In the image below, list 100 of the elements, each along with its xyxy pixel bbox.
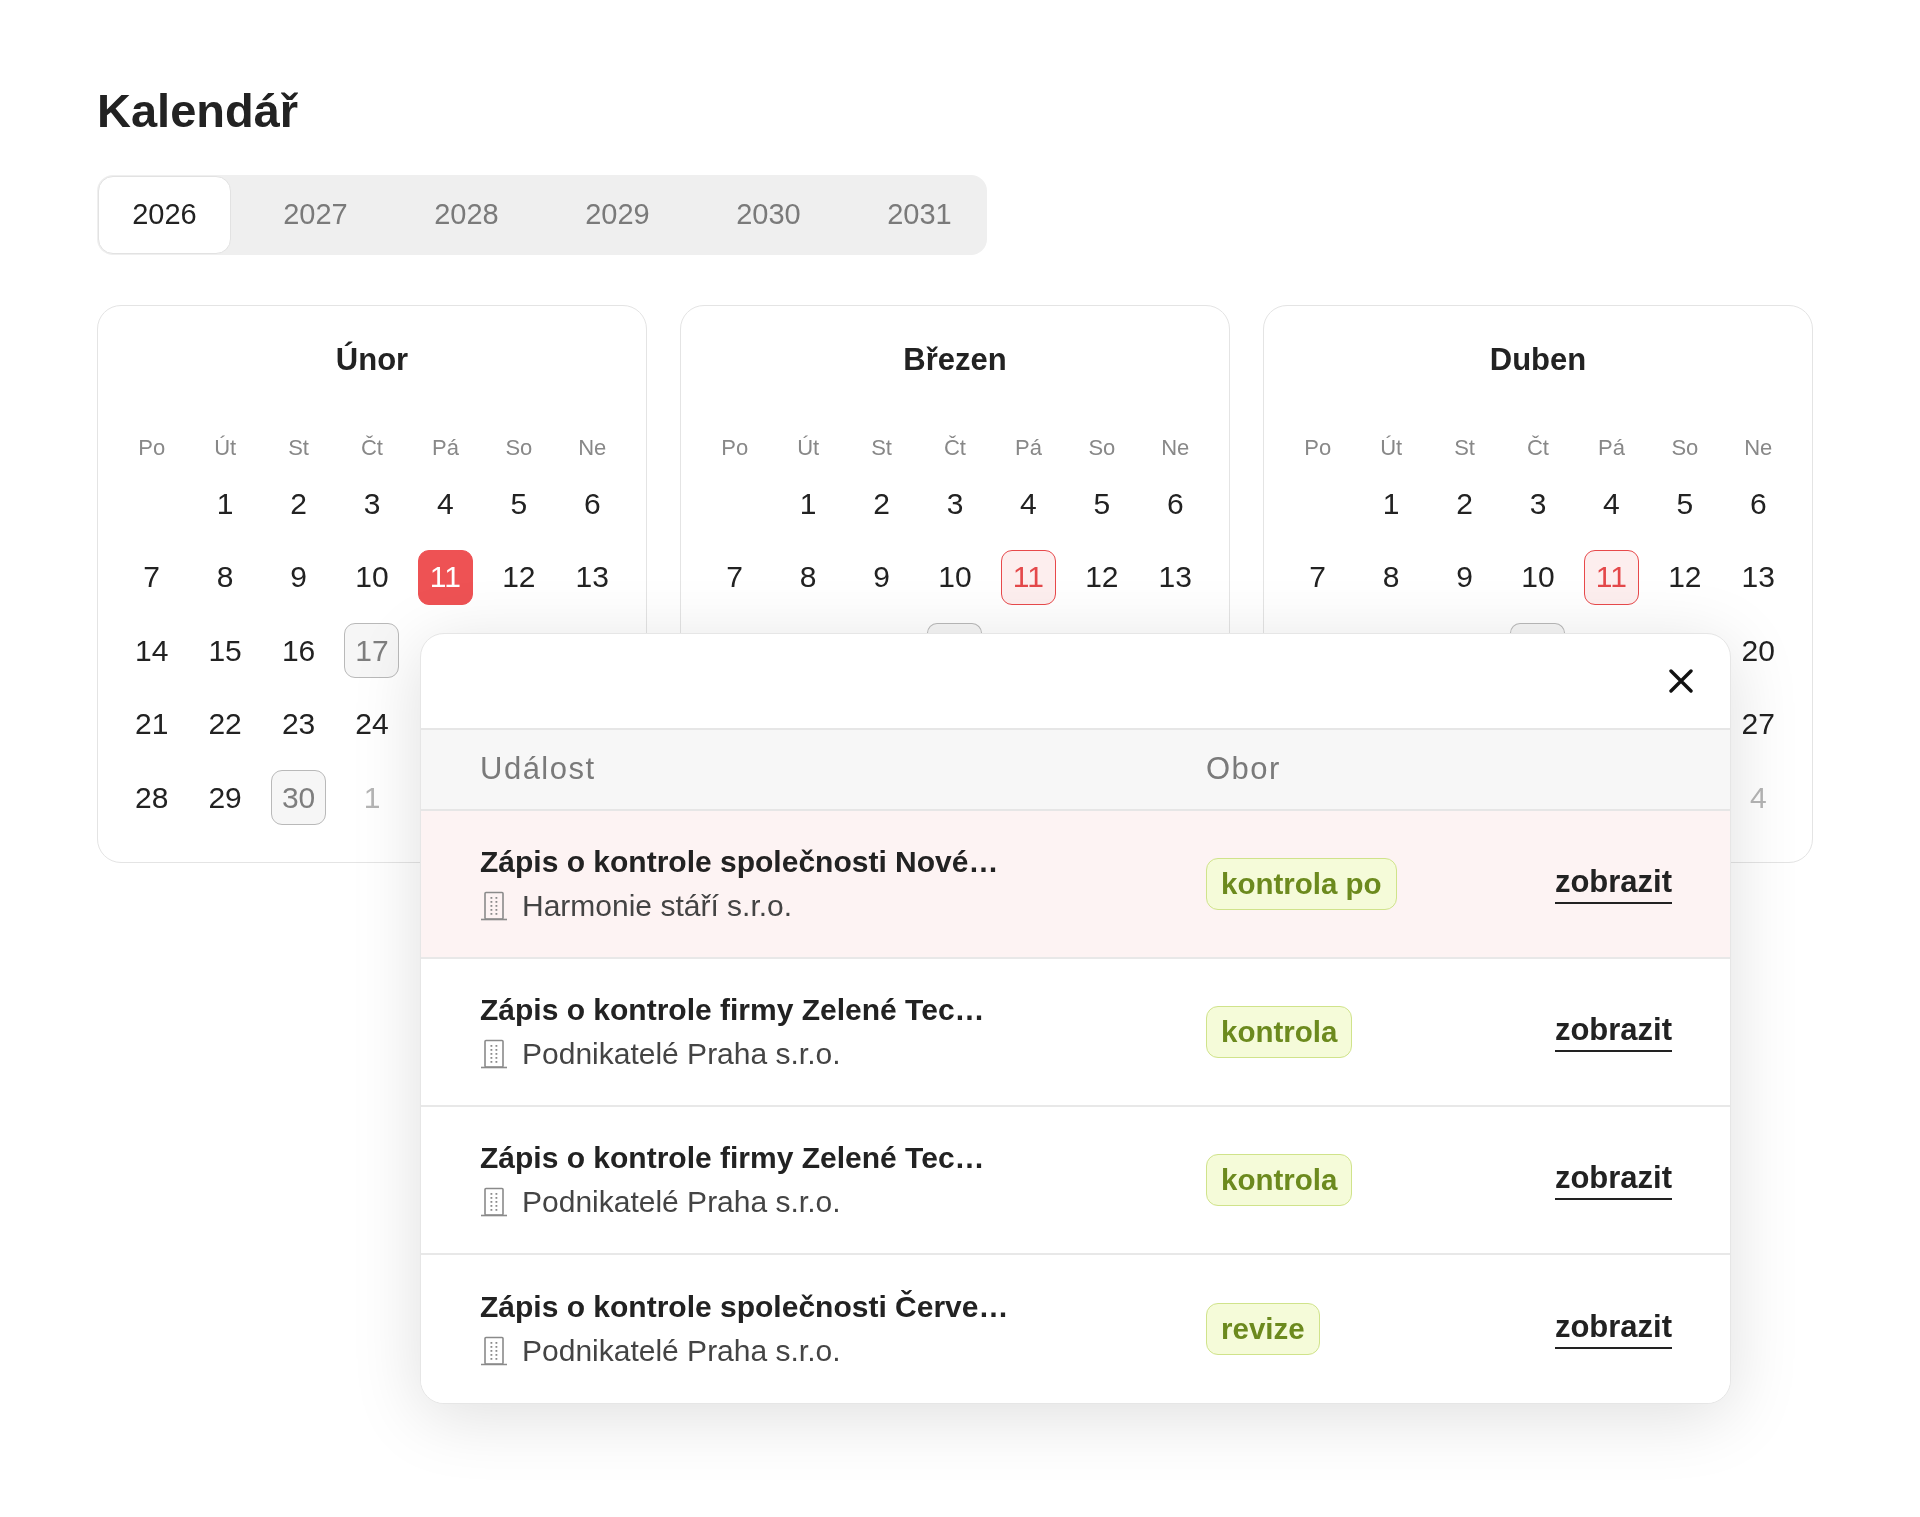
weekday-label: Po	[1304, 433, 1332, 462]
marked-day[interactable]: 30	[271, 770, 327, 826]
day-number[interactable]: 12	[1668, 559, 1702, 596]
column-header: Událost	[480, 750, 596, 789]
day-number[interactable]: 6	[583, 485, 601, 522]
weekday-label: Čt	[1527, 433, 1549, 462]
building-icon	[480, 1187, 508, 1217]
category-tag: revize	[1206, 1303, 1320, 1355]
weekday-label: Ne	[578, 433, 607, 462]
weekday-label: St	[288, 433, 309, 462]
day-number[interactable]: 1	[1382, 485, 1400, 522]
column-header: Obor	[1206, 750, 1281, 789]
event-title: Zápis o kontrole firmy Zelené Tec…	[480, 992, 985, 1028]
view-link[interactable]: zobrazit	[1554, 1012, 1672, 1052]
day-number[interactable]: 8	[1382, 559, 1400, 596]
day-number[interactable]: 10	[355, 559, 389, 596]
day-number[interactable]: 28	[135, 779, 169, 816]
building-icon	[480, 891, 508, 921]
day-number[interactable]: 5	[1093, 485, 1111, 522]
day-number[interactable]: 3	[1529, 485, 1547, 522]
weekday-label: So	[505, 433, 533, 462]
day-number[interactable]: 10	[938, 559, 972, 596]
close-icon	[1669, 669, 1693, 693]
year-tab[interactable]: 2030	[702, 176, 835, 254]
day-number[interactable]: 15	[208, 632, 242, 669]
highlighted-day[interactable]: 11	[1000, 549, 1056, 605]
day-number[interactable]: 6	[1749, 485, 1767, 522]
day-number[interactable]: 9	[290, 559, 307, 596]
day-number[interactable]: 3	[363, 485, 381, 522]
weekday-label: Čt	[944, 433, 966, 462]
day-number[interactable]: 8	[799, 559, 817, 596]
day-number[interactable]: 7	[143, 559, 161, 596]
day-number[interactable]: 3	[946, 485, 964, 522]
year-tab[interactable]: 2026	[98, 176, 231, 254]
year-tab[interactable]: 2029	[551, 176, 684, 254]
organization-name: Podnikatelé Praha s.r.o.	[522, 1036, 841, 1072]
highlighted-day[interactable]: 11	[1583, 549, 1639, 605]
weekday-label: St	[1454, 433, 1475, 462]
year-tab[interactable]: 2028	[400, 176, 533, 254]
day-number[interactable]: 1	[799, 485, 817, 522]
view-link[interactable]: zobrazit	[1554, 1160, 1672, 1200]
day-number[interactable]: 5	[510, 485, 528, 522]
day-number[interactable]: 12	[502, 559, 536, 596]
event-title: Zápis o kontrole společnosti Červe…	[480, 1289, 1009, 1325]
day-number[interactable]: 6	[1166, 485, 1184, 522]
month-title: Březen	[903, 341, 1007, 379]
weekday-label: Ne	[1744, 433, 1773, 462]
weekday-label: Út	[797, 433, 820, 462]
event-title: Zápis o kontrole společnosti Nové…	[480, 844, 999, 880]
day-number[interactable]: 16	[281, 632, 316, 669]
weekday-label: St	[871, 433, 892, 462]
day-number[interactable]: 22	[208, 706, 242, 743]
day-number[interactable]: 2	[873, 485, 890, 522]
organization-name: Podnikatelé Praha s.r.o.	[522, 1333, 841, 1369]
marked-day[interactable]: 17	[344, 623, 400, 679]
day-number[interactable]: 27	[1741, 706, 1775, 743]
month-title: Duben	[1489, 341, 1587, 379]
day-number[interactable]: 14	[135, 632, 169, 669]
day-number[interactable]: 4	[1020, 485, 1037, 522]
day-number[interactable]: 23	[281, 706, 316, 743]
weekday-label: Pá	[1597, 433, 1625, 462]
day-number[interactable]: 24	[355, 706, 389, 743]
view-link[interactable]: zobrazit	[1554, 1309, 1672, 1349]
day-number[interactable]: 21	[135, 706, 169, 743]
day-number[interactable]: 7	[726, 559, 744, 596]
weekday-label: Pá	[1014, 433, 1042, 462]
day-number[interactable]: 20	[1741, 632, 1775, 669]
day-number[interactable]: 13	[1158, 559, 1192, 596]
day-number[interactable]: 13	[1741, 559, 1775, 596]
page-title: Kalendář	[97, 83, 299, 139]
day-number[interactable]: 8	[216, 559, 234, 596]
weekday-label: Pá	[431, 433, 459, 462]
weekday-label: Čt	[361, 433, 383, 462]
day-number[interactable]: 7	[1309, 559, 1327, 596]
event-title: Zápis o kontrole firmy Zelené Tec…	[480, 1140, 985, 1176]
day-number[interactable]: 4	[437, 485, 454, 522]
day-number[interactable]: 13	[575, 559, 609, 596]
year-tab[interactable]: 2031	[853, 176, 986, 254]
view-link[interactable]: zobrazit	[1554, 864, 1672, 904]
day-number[interactable]: 12	[1085, 559, 1119, 596]
building-icon	[480, 1039, 508, 1069]
day-number[interactable]: 2	[290, 485, 307, 522]
selected-day[interactable]: 11	[417, 549, 473, 605]
year-tab[interactable]: 2027	[249, 176, 382, 254]
day-number[interactable]: 2	[1456, 485, 1473, 522]
weekday-label: So	[1088, 433, 1116, 462]
day-number[interactable]: 1	[216, 485, 234, 522]
organization-name: Harmonie stáří s.r.o.	[522, 888, 793, 924]
day-number[interactable]: 9	[873, 559, 890, 596]
weekday-label: Po	[721, 433, 749, 462]
category-tag: kontrola	[1206, 1154, 1353, 1206]
building-icon	[480, 1336, 508, 1366]
day-number[interactable]: 29	[208, 779, 242, 816]
category-tag: kontrola	[1206, 1006, 1353, 1058]
organization-name: Podnikatelé Praha s.r.o.	[522, 1184, 841, 1220]
day-number[interactable]: 4	[1603, 485, 1620, 522]
month-title: Únor	[335, 340, 409, 379]
day-number[interactable]: 9	[1456, 559, 1473, 596]
day-number[interactable]: 5	[1676, 485, 1694, 522]
day-number[interactable]: 10	[1521, 559, 1555, 596]
